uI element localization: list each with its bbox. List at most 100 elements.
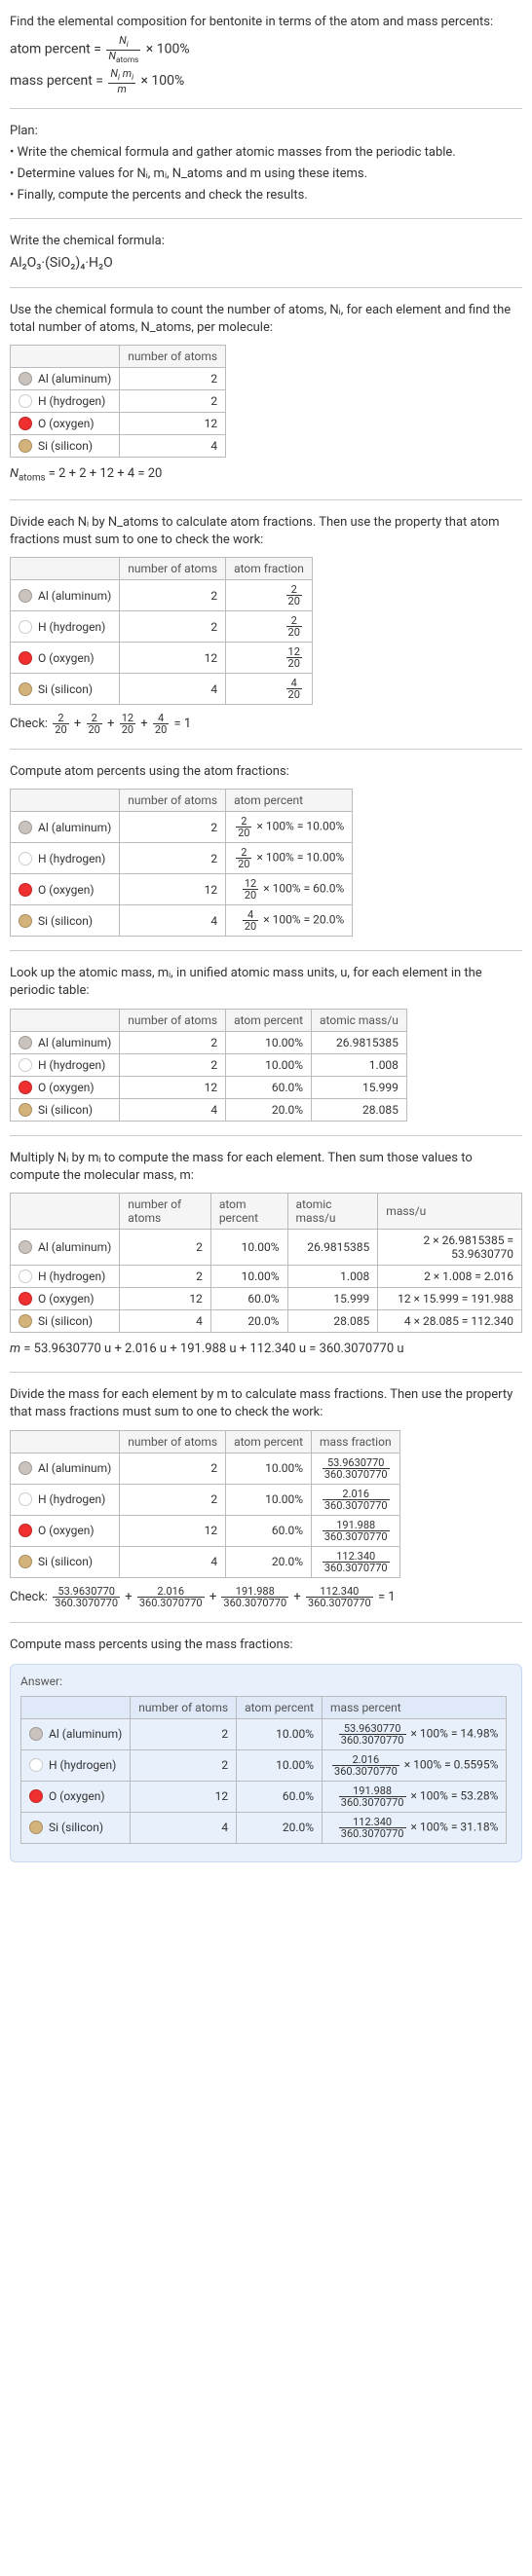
plan-label: Plan: bbox=[10, 123, 522, 140]
element-cell: Si (silicon) bbox=[11, 1098, 120, 1121]
atomic-mass-cell: 1.008 bbox=[312, 1053, 407, 1076]
element-cell: H (hydrogen) bbox=[21, 1749, 131, 1781]
mass-fraction-cell: 112.340360.3070770 bbox=[312, 1546, 400, 1577]
atomic-mass-cell: 28.085 bbox=[312, 1098, 407, 1121]
element-label: Si (silicon) bbox=[38, 1103, 93, 1117]
element-swatch bbox=[29, 1727, 43, 1741]
element-swatch bbox=[19, 1081, 32, 1094]
table-row: Al (aluminum)210.00%53.9630770360.307077… bbox=[21, 1718, 507, 1749]
mass-cell: 4 × 28.085 = 112.340 bbox=[378, 1309, 522, 1332]
element-cell: Al (aluminum) bbox=[21, 1718, 131, 1749]
amass-intro: Look up the atomic mass, mᵢ, in unified … bbox=[10, 965, 522, 1000]
element-swatch bbox=[29, 1821, 43, 1834]
n-atoms-cell: 2 bbox=[120, 390, 226, 413]
table-row: O (oxygen)1260.0%191.988360.3070770 × 10… bbox=[21, 1781, 507, 1812]
table-row: H (hydrogen)210.00%1.008 bbox=[11, 1053, 407, 1076]
divide-intro: Divide each Nᵢ by N_atoms to calculate a… bbox=[10, 514, 522, 549]
atom-fraction-cell: 1220 bbox=[226, 643, 313, 674]
plan-item: • Finally, compute the percents and chec… bbox=[10, 187, 522, 204]
mass-cell: 2 × 26.9815385 = 53.9630770 bbox=[378, 1229, 522, 1265]
element-cell: H (hydrogen) bbox=[11, 611, 120, 643]
element-label: O (oxygen) bbox=[38, 1292, 95, 1306]
element-cell: H (hydrogen) bbox=[11, 390, 120, 413]
mass-fraction-cell: 191.988360.3070770 bbox=[312, 1515, 400, 1546]
element-label: Si (silicon) bbox=[38, 439, 93, 453]
table-row: H (hydrogen)210.00%1.0082 × 1.008 = 2.01… bbox=[11, 1265, 522, 1287]
col-n-atoms: number of atoms bbox=[120, 346, 226, 368]
table-row: Si (silicon)420.0%112.340360.3070770 bbox=[11, 1546, 400, 1577]
answer-box: Answer: number of atomsatom percentmass … bbox=[10, 1664, 522, 1862]
table-row: Si (silicon)4420 × 100% = 20.0% bbox=[11, 905, 353, 937]
element-label: Si (silicon) bbox=[38, 682, 93, 696]
table-row: Si (silicon)420.0%112.340360.3070770 × 1… bbox=[21, 1812, 507, 1843]
element-label: Al (aluminum) bbox=[49, 1727, 122, 1741]
element-cell: Si (silicon) bbox=[11, 674, 120, 705]
element-swatch bbox=[19, 883, 32, 897]
element-cell: Si (silicon) bbox=[11, 1309, 120, 1332]
table-row: Si (silicon)420.0%28.085 bbox=[11, 1098, 407, 1121]
table-row: Al (aluminum)210.00%26.9815385 bbox=[11, 1031, 407, 1053]
element-label: O (oxygen) bbox=[38, 651, 95, 665]
atom-percent-cell: 420 × 100% = 20.0% bbox=[226, 905, 353, 937]
n-atoms-cell: 12 bbox=[120, 413, 226, 435]
table-row: Al (aluminum)210.00%53.9630770360.307077… bbox=[11, 1453, 400, 1484]
element-label: Al (aluminum) bbox=[38, 1461, 111, 1475]
atom-fraction-cell: 220 bbox=[226, 611, 313, 643]
mass-percent-equation: mass percent = Ni mim × 100% bbox=[10, 68, 522, 93]
table-row: H (hydrogen) 2 bbox=[11, 390, 226, 413]
element-swatch bbox=[19, 1270, 32, 1283]
mass-cell: 2 × 1.008 = 2.016 bbox=[378, 1265, 522, 1287]
table-row: Al (aluminum)2220 × 100% = 10.00% bbox=[11, 812, 353, 843]
element-swatch bbox=[29, 1789, 43, 1803]
element-swatch bbox=[19, 1103, 32, 1117]
table-row: H (hydrogen)2220 bbox=[11, 611, 313, 643]
element-swatch bbox=[19, 417, 32, 430]
mfrac-intro: Divide the mass for each element by m to… bbox=[10, 1386, 522, 1421]
table-row: Si (silicon)420.0%28.0854 × 28.085 = 112… bbox=[11, 1309, 522, 1332]
element-swatch bbox=[19, 1492, 32, 1506]
element-swatch bbox=[19, 682, 32, 696]
atom-fraction-table: number of atomsatom fraction Al (aluminu… bbox=[10, 557, 313, 705]
table-row: O (oxygen)1260.0%15.99912 × 15.999 = 191… bbox=[11, 1287, 522, 1309]
element-label: Al (aluminum) bbox=[38, 1036, 111, 1049]
element-cell: O (oxygen) bbox=[21, 1781, 131, 1812]
element-cell: Al (aluminum) bbox=[11, 1229, 120, 1265]
element-cell: Al (aluminum) bbox=[11, 812, 120, 843]
element-cell: O (oxygen) bbox=[11, 874, 120, 905]
table-row: O (oxygen)1260.0%15.999 bbox=[11, 1076, 407, 1098]
element-cell: O (oxygen) bbox=[11, 1076, 120, 1098]
element-label: Al (aluminum) bbox=[38, 821, 111, 834]
element-label: H (hydrogen) bbox=[38, 1492, 105, 1506]
element-cell: O (oxygen) bbox=[11, 413, 120, 435]
element-cell: H (hydrogen) bbox=[11, 1265, 120, 1287]
element-swatch bbox=[19, 821, 32, 834]
element-swatch bbox=[19, 1058, 32, 1072]
table-row: Si (silicon)4 bbox=[11, 435, 226, 458]
table-row: H (hydrogen)2220 × 100% = 10.00% bbox=[11, 843, 353, 874]
mass-table: number of atomsatom percentatomic mass/u… bbox=[10, 1193, 522, 1333]
natoms-sum: Natoms = 2 + 2 + 12 + 4 = 20 bbox=[10, 465, 522, 485]
chemical-formula: Al₂O₃·(SiO₂)₄·H₂O bbox=[10, 254, 522, 274]
element-cell: O (oxygen) bbox=[11, 1287, 120, 1309]
n-atoms-cell: 2 bbox=[120, 368, 226, 390]
element-cell: H (hydrogen) bbox=[11, 1053, 120, 1076]
element-swatch bbox=[19, 620, 32, 634]
element-label: H (hydrogen) bbox=[38, 394, 105, 408]
element-swatch bbox=[19, 1240, 32, 1254]
element-label: O (oxygen) bbox=[38, 1524, 95, 1537]
element-swatch bbox=[19, 914, 32, 928]
element-label: Si (silicon) bbox=[38, 914, 93, 928]
check-mass-fractions: Check: 53.9630770360.3070770 + 2.016360.… bbox=[10, 1586, 522, 1608]
element-cell: O (oxygen) bbox=[11, 1515, 120, 1546]
intro-text: Find the elemental composition for bento… bbox=[10, 14, 522, 31]
mass-fraction-table: number of atomsatom percentmass fraction… bbox=[10, 1430, 400, 1578]
mass-percent-cell: 53.9630770360.3070770 × 100% = 14.98% bbox=[323, 1718, 507, 1749]
element-swatch bbox=[19, 852, 32, 865]
element-swatch bbox=[19, 589, 32, 603]
element-label: O (oxygen) bbox=[38, 417, 95, 430]
atomic-mass-cell: 26.9815385 bbox=[312, 1031, 407, 1053]
table-row: O (oxygen)121220 × 100% = 60.0% bbox=[11, 874, 353, 905]
element-swatch bbox=[19, 1461, 32, 1475]
element-label: Al (aluminum) bbox=[38, 372, 111, 386]
atom-percent-equation: atom percent = NiNatoms × 100% bbox=[10, 35, 522, 64]
